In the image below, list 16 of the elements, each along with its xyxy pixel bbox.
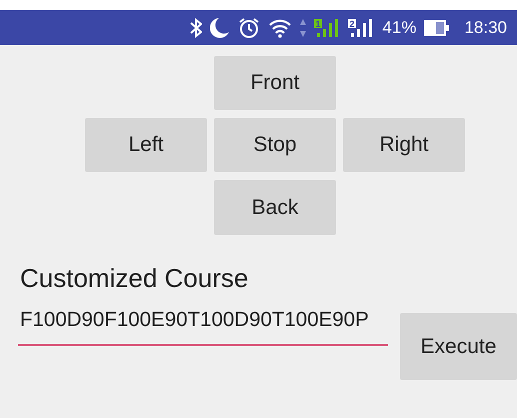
section-title: Customized Course — [20, 263, 250, 294]
left-button[interactable]: Left — [85, 118, 207, 172]
battery-icon — [424, 18, 450, 36]
right-button[interactable]: Right — [343, 118, 465, 172]
wifi-icon — [268, 18, 292, 38]
front-button[interactable]: Front — [214, 56, 336, 110]
battery-percent: 41% — [382, 18, 416, 38]
back-button[interactable]: Back — [214, 180, 336, 235]
moon-icon — [210, 16, 230, 38]
course-input[interactable]: F100D90F100E90T100D90T100E90P — [18, 300, 388, 346]
clock-time: 18:30 — [464, 18, 507, 38]
stop-button[interactable]: Stop — [214, 118, 336, 172]
data-arrows-icon — [300, 18, 306, 36]
bluetooth-icon — [190, 18, 202, 38]
execute-button[interactable]: Execute — [400, 313, 517, 380]
alarm-icon — [238, 16, 260, 38]
